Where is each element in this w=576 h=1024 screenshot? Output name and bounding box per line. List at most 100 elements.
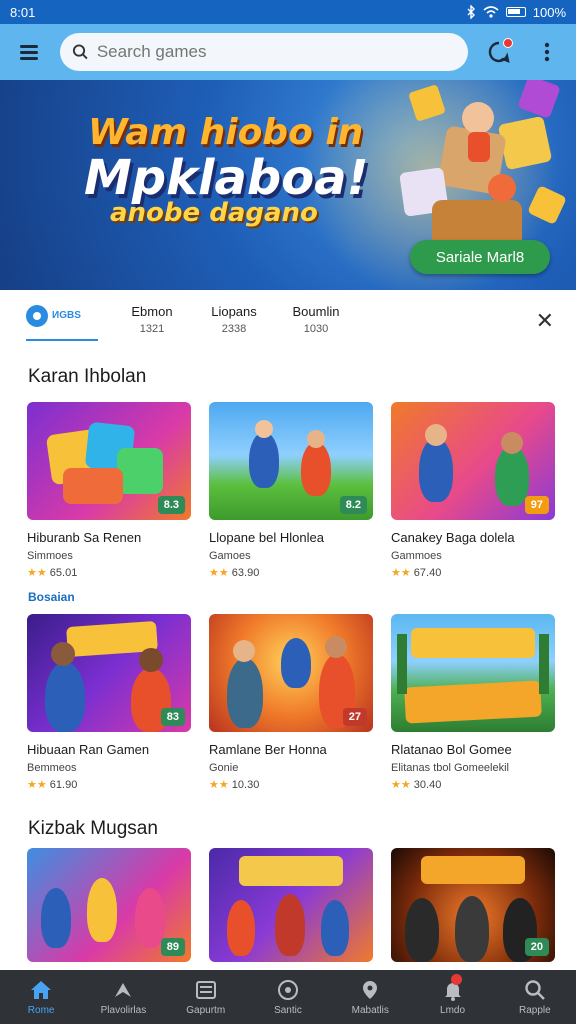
nav-home[interactable]: Rome	[0, 970, 82, 1024]
map-pin-icon	[363, 980, 378, 999]
game-card[interactable]: 83 Hibuaan Ran Gamen Bemmeos ★★ 61.90	[27, 614, 191, 791]
search-input[interactable]	[96, 42, 456, 62]
rating-badge: 27	[342, 708, 367, 726]
tab-label: Ebmon	[131, 303, 173, 319]
more-button[interactable]	[530, 35, 564, 69]
promo-banner[interactable]: Wam hiobo in Mpklaboa! anobe dagano Sari…	[0, 80, 576, 290]
status-bar: 8:01 100%	[0, 0, 576, 24]
rating-value: 67.40	[413, 567, 442, 579]
rating-value: 30.40	[413, 779, 442, 791]
search-bar[interactable]	[60, 33, 468, 71]
tab-1[interactable]: Ebmon 1321	[124, 304, 180, 335]
close-icon[interactable]: ✕	[536, 308, 554, 334]
game-rating: ★★ 30.40	[391, 778, 555, 791]
star-icon: ★★	[391, 779, 411, 791]
bottom-navigation: Rome Plavolirlas Gapurtm Santic Mabatlis…	[0, 970, 576, 1024]
game-title: Rlatanao Bol Gomee	[391, 742, 512, 757]
game-rating: ★★ 67.40	[391, 566, 555, 579]
game-thumbnail: 20	[391, 848, 555, 962]
library-icon	[195, 980, 216, 999]
star-icon: ★★	[27, 567, 47, 579]
game-card[interactable]: Rlatanao Bol Gomee Elitanas tbol Gomeele…	[391, 614, 555, 791]
section-label: Bosaian	[28, 590, 75, 604]
game-rating: ★★ 61.90	[27, 778, 191, 791]
tab-label: Liopans	[211, 303, 257, 319]
game-title: Hibuaan Ran Gamen	[27, 742, 150, 757]
nav-games[interactable]: Plavolirlas	[82, 970, 164, 1024]
tab-count: 1321	[139, 322, 165, 335]
rating-value: 61.90	[49, 779, 78, 791]
game-thumbnail: 27	[209, 614, 373, 732]
game-rating: ★★ 65.01	[27, 566, 191, 579]
game-card[interactable]: 27 Ramlane Ber Honna Gonie ★★ 10.30	[209, 614, 373, 791]
star-icon: ★★	[391, 567, 411, 579]
tab-3[interactable]: Boumlin 1030	[288, 304, 344, 335]
rating-value: 10.30	[231, 779, 260, 791]
game-thumbnail	[391, 614, 555, 732]
menu-button[interactable]	[12, 35, 46, 69]
tab-count: 2338	[221, 322, 247, 335]
search-icon	[525, 979, 545, 1000]
game-thumbnail	[209, 848, 373, 962]
game-card[interactable]: 8.2 Llopane bel Hlonlea Gamoes ★★ 63.90	[209, 402, 373, 579]
status-icons: 100%	[466, 5, 566, 20]
notifications-button[interactable]	[482, 35, 516, 69]
game-card[interactable]	[209, 848, 373, 962]
banner-title-line1: Wam hiobo in	[88, 112, 364, 153]
game-card[interactable]: 97 Canakey Baga dolela Gammoes ★★ 67.40	[391, 402, 555, 579]
battery-icon	[505, 7, 526, 17]
game-category: Gammoes	[391, 550, 442, 562]
game-thumbnail: 8.3	[27, 402, 191, 520]
logo-icon	[26, 305, 48, 327]
game-title: Canakey Baga dolela	[391, 530, 515, 545]
nav-label: Lmdo	[440, 1004, 466, 1016]
target-icon	[277, 979, 298, 1000]
bluetooth-icon	[467, 5, 475, 19]
category-tabs: ИGBS Ebmon 1321 Liopans 2338 Boumlin 103…	[0, 292, 576, 346]
game-card[interactable]: 20	[391, 848, 555, 962]
star-icon: ★★	[209, 567, 229, 579]
game-thumbnail: 97	[391, 402, 555, 520]
tab-2[interactable]: Liopans 2338	[206, 304, 262, 335]
game-title: Llopane bel Hlonlea	[209, 530, 324, 545]
rating-badge: 20	[524, 938, 549, 956]
game-category: Gonie	[209, 762, 239, 774]
logo-text: ИGBS	[52, 310, 81, 321]
home-icon	[31, 980, 52, 999]
battery-level: 100%	[532, 4, 566, 20]
banner-cta-button[interactable]: Sariale Marl8	[410, 240, 550, 274]
rating-value: 65.01	[49, 567, 78, 579]
game-rating: ★★ 10.30	[209, 778, 373, 791]
nav-map[interactable]: Mabatlis	[329, 970, 411, 1024]
more-vertical-icon	[544, 42, 550, 62]
rating-badge: 89	[160, 938, 185, 956]
game-category: Gamoes	[209, 550, 251, 562]
nav-target[interactable]: Santic	[247, 970, 329, 1024]
tab-home-logo[interactable]: ИGBS	[26, 297, 98, 341]
tab-count: 1030	[303, 322, 329, 335]
rating-badge: 8.3	[157, 496, 185, 514]
game-card[interactable]: 8.3 Hiburanb Sa Renen Simmoes ★★ 65.01	[27, 402, 191, 579]
nav-library[interactable]: Gapurtm	[165, 970, 247, 1024]
rating-badge: 8.2	[339, 496, 367, 514]
menu-icon	[20, 45, 38, 60]
rating-value: 63.90	[231, 567, 260, 579]
nav-label: Santic	[274, 1004, 302, 1016]
game-card[interactable]: 89	[27, 848, 191, 962]
app-bar	[0, 24, 576, 80]
nav-label: Rome	[27, 1004, 55, 1016]
nav-search[interactable]: Rapple	[494, 970, 576, 1024]
nav-label: Gapurtm	[186, 1004, 226, 1016]
game-title: Ramlane Ber Honna	[209, 742, 327, 757]
game-category: Simmoes	[27, 550, 73, 562]
nav-notifications[interactable]: Lmdo	[411, 970, 493, 1024]
game-category: Elitanas tbol Gomeelekil	[391, 762, 510, 774]
nav-label: Rapple	[518, 1004, 551, 1016]
game-thumbnail: 83	[27, 614, 191, 732]
wifi-icon	[483, 6, 499, 18]
star-icon: ★★	[209, 779, 229, 791]
game-category: Bemmeos	[27, 762, 77, 774]
rating-badge: 83	[160, 708, 185, 726]
game-thumbnail: 8.2	[209, 402, 373, 520]
banner-subtitle: anobe dagano	[110, 198, 318, 228]
